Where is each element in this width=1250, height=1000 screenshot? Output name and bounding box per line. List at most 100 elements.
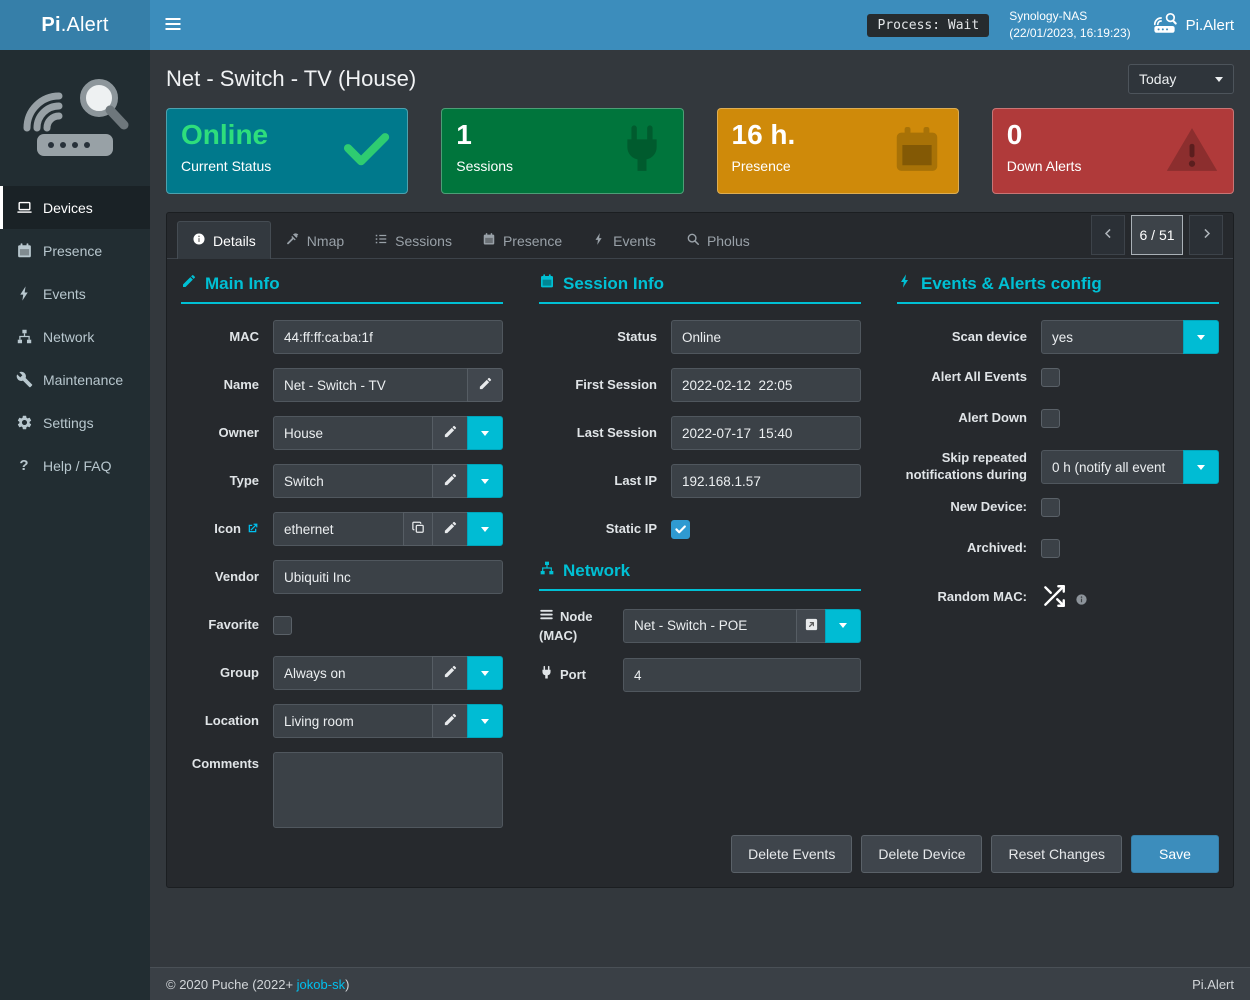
sidebar-item-network[interactable]: Network <box>0 315 150 358</box>
icon-label-text: Icon <box>214 521 241 536</box>
skip-notifications-dropdown-button[interactable] <box>1183 450 1219 484</box>
skip-notifications-input[interactable] <box>1041 450 1184 484</box>
delete-events-button[interactable]: Delete Events <box>731 835 852 873</box>
chevron-down-icon <box>481 527 489 532</box>
tab-events[interactable]: Events <box>577 221 671 259</box>
sessions-card: 1 Sessions <box>441 108 683 194</box>
sidebar-item-events[interactable]: Events <box>0 272 150 315</box>
favorite-row: Favorite <box>181 608 503 642</box>
period-select[interactable]: Today <box>1128 64 1234 94</box>
tab-presence[interactable]: Presence <box>467 221 577 259</box>
jokob-sk-link[interactable]: jokob-sk <box>297 977 345 992</box>
node-mac-input[interactable] <box>623 609 797 643</box>
device-pager: 6 / 51 <box>1091 215 1223 255</box>
owner-label: Owner <box>181 425 259 442</box>
edit-type-button[interactable] <box>432 464 468 498</box>
tab-nmap[interactable]: Nmap <box>271 221 359 259</box>
chevron-down-icon <box>1197 335 1205 340</box>
sidebar-item-label: Presence <box>43 243 102 259</box>
question-icon <box>15 457 33 475</box>
delete-device-button[interactable]: Delete Device <box>861 835 982 873</box>
location-dropdown-button[interactable] <box>467 704 503 738</box>
type-dropdown-button[interactable] <box>467 464 503 498</box>
calendar-icon <box>890 123 944 180</box>
mac-input[interactable] <box>273 320 503 354</box>
status-input[interactable] <box>671 320 861 354</box>
edit-owner-button[interactable] <box>432 416 468 450</box>
alert-down-checkbox[interactable] <box>1041 409 1060 428</box>
copy-icon <box>411 520 426 538</box>
new-device-checkbox[interactable] <box>1041 498 1060 517</box>
vendor-input[interactable] <box>273 560 503 594</box>
alert-all-events-checkbox[interactable] <box>1041 368 1060 387</box>
page-head: Net - Switch - TV (House) Today <box>166 64 1234 94</box>
copy-icon-button[interactable] <box>403 512 433 546</box>
tab-details[interactable]: Details <box>177 221 271 259</box>
group-dropdown-button[interactable] <box>467 656 503 690</box>
sidebar-item-maintenance[interactable]: Maintenance <box>0 358 150 401</box>
tab-sessions[interactable]: Sessions <box>359 221 467 259</box>
edit-group-button[interactable] <box>432 656 468 690</box>
group-input[interactable] <box>273 656 433 690</box>
last-ip-input[interactable] <box>671 464 861 498</box>
last-session-input[interactable] <box>671 416 861 450</box>
sidebar-item-help[interactable]: Help / FAQ <box>0 444 150 487</box>
scan-device-label: Scan device <box>897 329 1027 346</box>
new-device-row: New Device: <box>897 498 1219 517</box>
node-dropdown-button[interactable] <box>825 609 861 643</box>
location-label: Location <box>181 713 259 730</box>
sidebar-item-devices[interactable]: Devices <box>0 186 150 229</box>
alert-all-events-label: Alert All Events <box>897 369 1027 386</box>
device-page-indicator: 6 / 51 <box>1131 215 1183 255</box>
brand-logo[interactable]: Pi.Alert <box>0 0 150 50</box>
last-session-label: Last Session <box>539 425 657 442</box>
goto-node-button[interactable] <box>796 609 826 643</box>
pencil-icon <box>443 424 458 442</box>
archived-row: Archived: <box>897 539 1219 558</box>
icon-dropdown-button[interactable] <box>467 512 503 546</box>
next-device-button[interactable] <box>1189 215 1223 255</box>
check-icon <box>339 123 393 180</box>
list-icon <box>374 232 388 249</box>
tab-label: Details <box>213 233 256 249</box>
comments-textarea[interactable] <box>273 752 503 828</box>
scan-device-dropdown-button[interactable] <box>1183 320 1219 354</box>
main-column: Process: Wait Synology-NAS (22/01/2023, … <box>150 0 1250 1000</box>
scan-device-input[interactable] <box>1041 320 1184 354</box>
edit-icon-button[interactable] <box>432 512 468 546</box>
prev-device-button[interactable] <box>1091 215 1125 255</box>
name-input[interactable] <box>273 368 468 402</box>
sidebar-item-settings[interactable]: Settings <box>0 401 150 444</box>
port-input[interactable] <box>623 658 861 692</box>
owner-dropdown-button[interactable] <box>467 416 503 450</box>
top-bar: Process: Wait Synology-NAS (22/01/2023, … <box>150 0 1250 50</box>
info-circle-icon <box>1075 593 1088 609</box>
archived-label: Archived: <box>897 540 1027 557</box>
mac-row: MAC <box>181 320 503 354</box>
location-input[interactable] <box>273 704 433 738</box>
type-label: Type <box>181 473 259 490</box>
sidebar-item-presence[interactable]: Presence <box>0 229 150 272</box>
icon-input[interactable] <box>273 512 404 546</box>
tab-pholus[interactable]: Pholus <box>671 221 765 259</box>
sidebar-toggle-button[interactable] <box>150 0 196 50</box>
edit-location-button[interactable] <box>432 704 468 738</box>
external-link-icon[interactable] <box>246 522 259 535</box>
search-icon <box>686 232 700 249</box>
static-ip-checkbox[interactable] <box>671 520 690 539</box>
icon-label: Icon <box>181 521 259 538</box>
name-label: Name <box>181 377 259 394</box>
favorite-checkbox[interactable] <box>273 616 292 635</box>
reset-changes-button[interactable]: Reset Changes <box>991 835 1122 873</box>
first-session-input[interactable] <box>671 368 861 402</box>
footer-brand: Pi.Alert <box>1192 977 1234 992</box>
topbar-user[interactable]: Pi.Alert <box>1151 10 1234 41</box>
edit-name-button[interactable] <box>467 368 503 402</box>
save-button[interactable]: Save <box>1131 835 1219 873</box>
archived-checkbox[interactable] <box>1041 539 1060 558</box>
type-input[interactable] <box>273 464 433 498</box>
period-select-value: Today <box>1139 71 1207 87</box>
owner-input[interactable] <box>273 416 433 450</box>
new-device-label: New Device: <box>897 499 1027 516</box>
footer-suffix: ) <box>345 977 349 992</box>
